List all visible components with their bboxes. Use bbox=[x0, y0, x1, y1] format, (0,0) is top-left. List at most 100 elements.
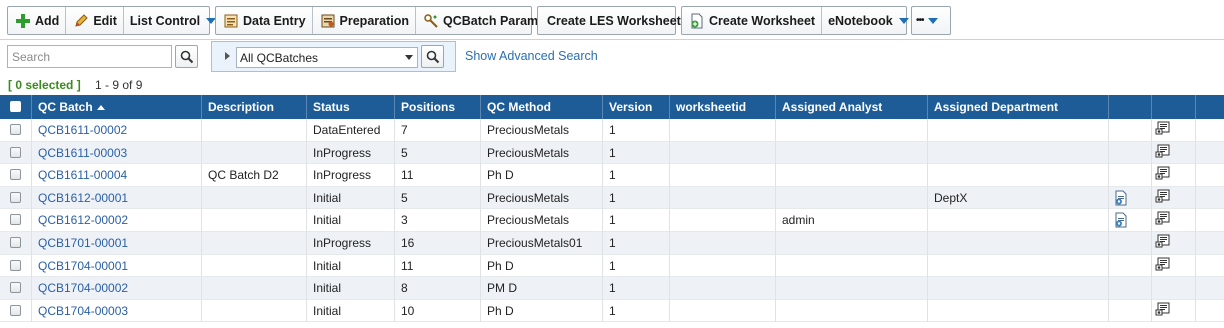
row-details-icon[interactable] bbox=[1155, 120, 1171, 136]
column-header-status[interactable]: Status bbox=[307, 95, 395, 119]
column-header-worksheetid[interactable]: worksheetid bbox=[670, 95, 776, 119]
cell-qc-method: Ph D bbox=[481, 164, 603, 187]
worksheet-icon[interactable] bbox=[1113, 190, 1129, 206]
qcbatch-params-button[interactable]: QCBatch Params bbox=[415, 7, 551, 34]
cell-version: 1 bbox=[603, 186, 670, 210]
more-menu-button[interactable]: ••• bbox=[912, 7, 942, 34]
row-checkbox[interactable] bbox=[10, 304, 21, 316]
qc-batch-link[interactable]: QCB1611-00002 bbox=[38, 123, 127, 137]
row-checkbox[interactable] bbox=[10, 214, 21, 226]
preparation-button[interactable]: Preparation bbox=[311, 7, 415, 34]
show-advanced-search-link[interactable]: Show Advanced Search bbox=[465, 49, 598, 63]
row-details-icon[interactable] bbox=[1155, 256, 1171, 272]
cell-version: 1 bbox=[603, 254, 670, 278]
column-header-filler bbox=[1196, 95, 1224, 119]
row-checkbox[interactable] bbox=[10, 236, 21, 248]
cell-filler bbox=[1196, 300, 1224, 323]
qc-batch-link[interactable]: QCB1704-00001 bbox=[38, 259, 128, 273]
table-row[interactable]: QCB1611-00003 InProgress 5 PreciousMetals 1 bbox=[0, 141, 1224, 165]
create-worksheet-button[interactable]: Create Worksheet bbox=[682, 7, 821, 34]
select-all-checkbox[interactable] bbox=[10, 101, 21, 112]
worksheet-icon[interactable] bbox=[1113, 212, 1129, 228]
data-entry-button[interactable]: Data Entry bbox=[216, 7, 312, 34]
table-row[interactable]: QCB1611-00002 DataEntered 7 PreciousMetals 1 bbox=[0, 119, 1224, 142]
row-checkbox[interactable] bbox=[10, 124, 21, 135]
row-details-icon[interactable] bbox=[1155, 188, 1171, 204]
qc-batch-link[interactable]: QCB1701-00001 bbox=[38, 236, 128, 250]
cell-worksheetid bbox=[670, 141, 776, 165]
new-worksheet-icon bbox=[688, 12, 706, 30]
qc-batch-link[interactable]: QCB1612-00001 bbox=[38, 191, 128, 205]
qc-batch-link[interactable]: QCB1611-00004 bbox=[38, 168, 127, 182]
row-checkbox[interactable] bbox=[10, 191, 21, 203]
column-header-version[interactable]: Version bbox=[603, 95, 670, 119]
expand-arrow-icon[interactable] bbox=[225, 52, 230, 60]
cell-select bbox=[0, 299, 32, 323]
cell-select bbox=[0, 254, 32, 278]
query-select[interactable]: All QCBatches bbox=[236, 47, 418, 68]
cell-row-action bbox=[1152, 299, 1196, 323]
query-select-value: All QCBatches bbox=[240, 50, 319, 65]
create-les-worksheet-button[interactable]: Create LES Worksheet bbox=[538, 7, 690, 34]
cell-select bbox=[0, 141, 32, 165]
row-details-icon[interactable] bbox=[1155, 165, 1171, 181]
add-button[interactable]: Add bbox=[8, 7, 65, 34]
table-row[interactable]: QCB1701-00001 InProgress 16 PreciousMetals0… bbox=[0, 231, 1224, 255]
cell-assigned-analyst bbox=[776, 119, 928, 142]
table-row[interactable]: QCB1612-00002 Initial 3 PreciousMetals 1 admi… bbox=[0, 209, 1224, 232]
qc-batch-link[interactable]: QCB1704-00002 bbox=[38, 281, 128, 295]
cell-status: Initial bbox=[307, 277, 395, 300]
cell-select bbox=[0, 119, 32, 142]
qc-batch-link[interactable]: QCB1611-00003 bbox=[38, 146, 127, 160]
table-row[interactable]: QCB1704-00002 Initial 8 PM D1 bbox=[0, 277, 1224, 300]
cell-positions: 11 bbox=[395, 164, 481, 187]
search-button[interactable] bbox=[175, 45, 198, 68]
query-search-button[interactable] bbox=[421, 45, 444, 68]
cell-status: Initial bbox=[307, 254, 395, 278]
cell-assigned-department bbox=[928, 141, 1109, 165]
preparation-label: Preparation bbox=[339, 13, 409, 28]
params-icon bbox=[422, 12, 440, 30]
cell-filler bbox=[1196, 277, 1224, 300]
search-icon bbox=[426, 50, 439, 63]
table-row[interactable]: QCB1612-00001 Initial 5 PreciousMetals 1 Dept… bbox=[0, 186, 1224, 210]
qc-batch-link[interactable]: QCB1612-00002 bbox=[38, 213, 128, 227]
column-header-qc-method[interactable]: QC Method bbox=[481, 95, 603, 119]
cell-worksheetid bbox=[670, 186, 776, 210]
search-input[interactable] bbox=[7, 45, 172, 68]
edit-button[interactable]: Edit bbox=[65, 7, 123, 34]
table-row[interactable]: QCB1704-00001 Initial 11 Ph D1 bbox=[0, 254, 1224, 278]
list-control-button[interactable]: List Control bbox=[122, 7, 222, 34]
qc-batch-link[interactable]: QCB1704-00003 bbox=[38, 304, 128, 318]
row-checkbox[interactable] bbox=[10, 282, 21, 294]
row-details-icon[interactable] bbox=[1155, 301, 1171, 317]
cell-assigned-analyst bbox=[776, 277, 928, 300]
cell-positions: 16 bbox=[395, 231, 481, 255]
column-header-qc-batch[interactable]: QC Batch bbox=[32, 95, 202, 119]
column-header-assigned-analyst[interactable]: Assigned Analyst bbox=[776, 95, 928, 119]
column-header-positions[interactable]: Positions bbox=[395, 95, 481, 119]
row-checkbox[interactable] bbox=[10, 146, 21, 158]
column-header-description[interactable]: Description bbox=[202, 95, 307, 119]
cell-qc-method: PreciousMetals01 bbox=[481, 231, 603, 255]
row-details-icon[interactable] bbox=[1155, 233, 1171, 249]
cell-version: 1 bbox=[603, 209, 670, 232]
cell-description bbox=[202, 231, 307, 255]
cell-positions: 10 bbox=[395, 299, 481, 323]
cell-assigned-department bbox=[928, 299, 1109, 323]
cell-description bbox=[202, 254, 307, 278]
row-details-icon[interactable] bbox=[1155, 143, 1171, 159]
cell-status: Initial bbox=[307, 299, 395, 323]
column-header-assigned-department[interactable]: Assigned Department bbox=[928, 95, 1109, 119]
table-row[interactable]: QCB1704-00003 Initial 10 Ph D1 bbox=[0, 299, 1224, 323]
table-row[interactable]: QCB1611-00004 QC Batch D2 InProgress 11 Ph D… bbox=[0, 164, 1224, 187]
row-details-icon[interactable] bbox=[1155, 210, 1171, 226]
row-checkbox[interactable] bbox=[10, 259, 21, 271]
toolbar-group-worksheet: Create Worksheet eNotebook bbox=[681, 6, 909, 35]
cell-version: 1 bbox=[603, 119, 670, 142]
enotebook-button[interactable]: eNotebook bbox=[821, 7, 915, 34]
cell-status: InProgress bbox=[307, 141, 395, 165]
row-checkbox[interactable] bbox=[10, 169, 21, 181]
selected-count[interactable]: [ 0 selected ] bbox=[8, 78, 81, 92]
cell-worksheet-action bbox=[1109, 164, 1152, 187]
